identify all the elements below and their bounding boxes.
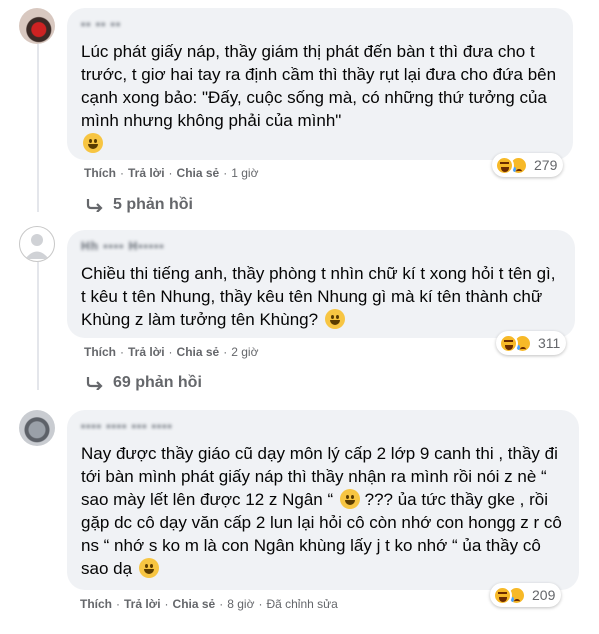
reply-button[interactable]: Trả lời (124, 597, 161, 611)
replies-count: 69 phản hồi (113, 374, 202, 391)
comment-timestamp[interactable]: 1 giờ (231, 166, 258, 180)
comment-timestamp[interactable]: 2 giờ (231, 345, 258, 359)
reaction-count: 209 (532, 587, 556, 603)
avatar[interactable] (19, 410, 55, 446)
avatar[interactable] (19, 226, 55, 262)
like-button[interactable]: Thích (84, 166, 116, 180)
grinning-emoji-icon (83, 133, 103, 153)
haha-reaction-icon (493, 585, 512, 605)
reaction-count: 279 (534, 157, 558, 173)
grinning-emoji-icon (339, 489, 360, 509)
reply-button[interactable]: Trả lời (128, 166, 165, 180)
reaction-count: 311 (538, 335, 561, 351)
edited-label: Đã chỉnh sửa (266, 597, 338, 611)
comment-actions: Thích · Trả lời · Chia sẻ · 1 giờ (84, 166, 259, 180)
like-button[interactable]: Thích (84, 345, 116, 359)
grinning-emoji-icon (324, 309, 345, 329)
comment-text: Lúc phát giấy náp, thầy giám thị phát đế… (81, 40, 559, 155)
thread-line (37, 44, 39, 212)
tearful-emoji-icon (138, 558, 159, 578)
reaction-summary[interactable]: 311 (496, 331, 567, 355)
comment-author[interactable]: ▪▪▪▪ ▪▪▪▪ ▪▪▪ ▪▪▪▪ (81, 419, 565, 433)
haha-reaction-icon (499, 333, 518, 353)
share-button[interactable]: Chia sẻ (173, 597, 216, 611)
comment-text: Nay được thầy giáo cũ dạy môn lý cấp 2 l… (81, 444, 562, 578)
haha-reaction-icon (495, 155, 514, 175)
default-avatar-icon (25, 234, 49, 259)
view-replies-button[interactable]: 69 phản hồi (86, 374, 202, 392)
comment-actions: Thích · Trả lời · Chia sẻ · 2 giờ (84, 345, 259, 359)
comment-timestamp[interactable]: 8 giờ (227, 597, 254, 611)
view-replies-button[interactable]: 5 phản hồi (86, 196, 193, 214)
comment-actions: Thích · Trả lời · Chia sẻ · 8 giờ · Đã chỉnh sửa (80, 597, 338, 611)
comment-bubble: ▪▪ ▪▪ ▪▪ Lúc phát giấy náp, thầy giám th… (67, 8, 573, 160)
reaction-summary[interactable]: 209 (490, 583, 562, 607)
reply-arrow-icon (86, 376, 104, 390)
comment-author[interactable]: Hh ▪▪▪▪ H▪▪▪▪▪ (81, 239, 561, 253)
reply-button[interactable]: Trả lời (128, 345, 165, 359)
like-button[interactable]: Thích (80, 597, 112, 611)
share-button[interactable]: Chia sẻ (177, 345, 220, 359)
replies-count: 5 phản hồi (113, 196, 193, 213)
reply-arrow-icon (86, 198, 104, 212)
comment-bubble: ▪▪▪▪ ▪▪▪▪ ▪▪▪ ▪▪▪▪ Nay được thầy giáo cũ… (67, 410, 579, 590)
comment-author[interactable]: ▪▪ ▪▪ ▪▪ (81, 17, 559, 31)
thread-line (37, 262, 39, 390)
reaction-summary[interactable]: 279 (492, 153, 564, 177)
share-button[interactable]: Chia sẻ (177, 166, 220, 180)
comment-bubble: Hh ▪▪▪▪ H▪▪▪▪▪ Chiều thi tiếng anh, thầy… (67, 230, 575, 338)
comment-text: Chiều thi tiếng anh, thầy phòng t nhìn c… (81, 264, 556, 329)
avatar[interactable] (19, 8, 55, 44)
